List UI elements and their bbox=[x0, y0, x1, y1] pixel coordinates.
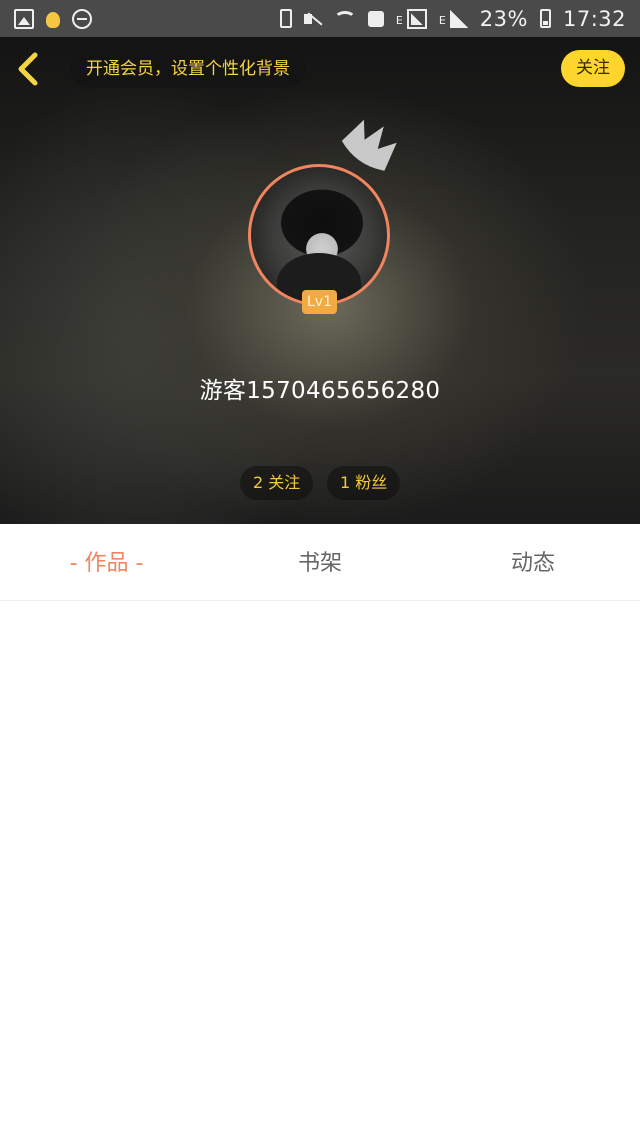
back-button[interactable] bbox=[10, 49, 50, 89]
avatar-container[interactable]: Lv1 bbox=[248, 119, 397, 314]
chevron-left-icon bbox=[18, 52, 38, 86]
battery-icon bbox=[539, 9, 551, 28]
profile-screen: E E 23% 17:32 开通会员，设置个性化背景 关注 Lv1 游客1570… bbox=[0, 0, 640, 1138]
avatar[interactable] bbox=[248, 164, 390, 306]
tab-bar: - 作品 - 书架 动态 bbox=[0, 524, 640, 601]
username: 游客1570465656280 bbox=[199, 378, 441, 404]
following-count[interactable]: 2 关注 bbox=[240, 466, 314, 500]
level-badge: Lv1 bbox=[302, 290, 337, 314]
tab-bookshelf[interactable]: 书架 bbox=[255, 524, 385, 601]
tab-activity[interactable]: 动态 bbox=[468, 524, 598, 601]
message-icon bbox=[367, 10, 384, 27]
mute-icon bbox=[303, 9, 322, 29]
bulb-icon bbox=[46, 11, 60, 28]
profile-header: 开通会员，设置个性化背景 关注 Lv1 游客1570465656280 2 关注… bbox=[0, 37, 640, 524]
fans-count[interactable]: 1 粉丝 bbox=[327, 466, 401, 500]
status-left bbox=[14, 8, 92, 29]
status-right: E E 23% 17:32 bbox=[279, 6, 626, 31]
image-icon bbox=[14, 8, 34, 29]
network-type-label-2: E bbox=[438, 13, 446, 27]
signal-box-icon bbox=[406, 8, 427, 29]
network-type-label: E bbox=[395, 13, 403, 27]
signal-icon bbox=[449, 9, 468, 28]
minus-circle-icon bbox=[72, 8, 92, 29]
battery-percent: 23% bbox=[479, 6, 528, 31]
vip-background-banner[interactable]: 开通会员，设置个性化背景 bbox=[70, 50, 306, 88]
tab-works[interactable]: - 作品 - bbox=[40, 524, 173, 601]
wifi-icon bbox=[333, 10, 356, 27]
clock: 17:32 bbox=[562, 6, 626, 31]
follow-button[interactable]: 关注 bbox=[561, 50, 625, 87]
battery-saver-icon bbox=[279, 9, 292, 28]
status-bar: E E 23% 17:32 bbox=[0, 0, 640, 37]
tab-content-area bbox=[0, 602, 640, 1138]
